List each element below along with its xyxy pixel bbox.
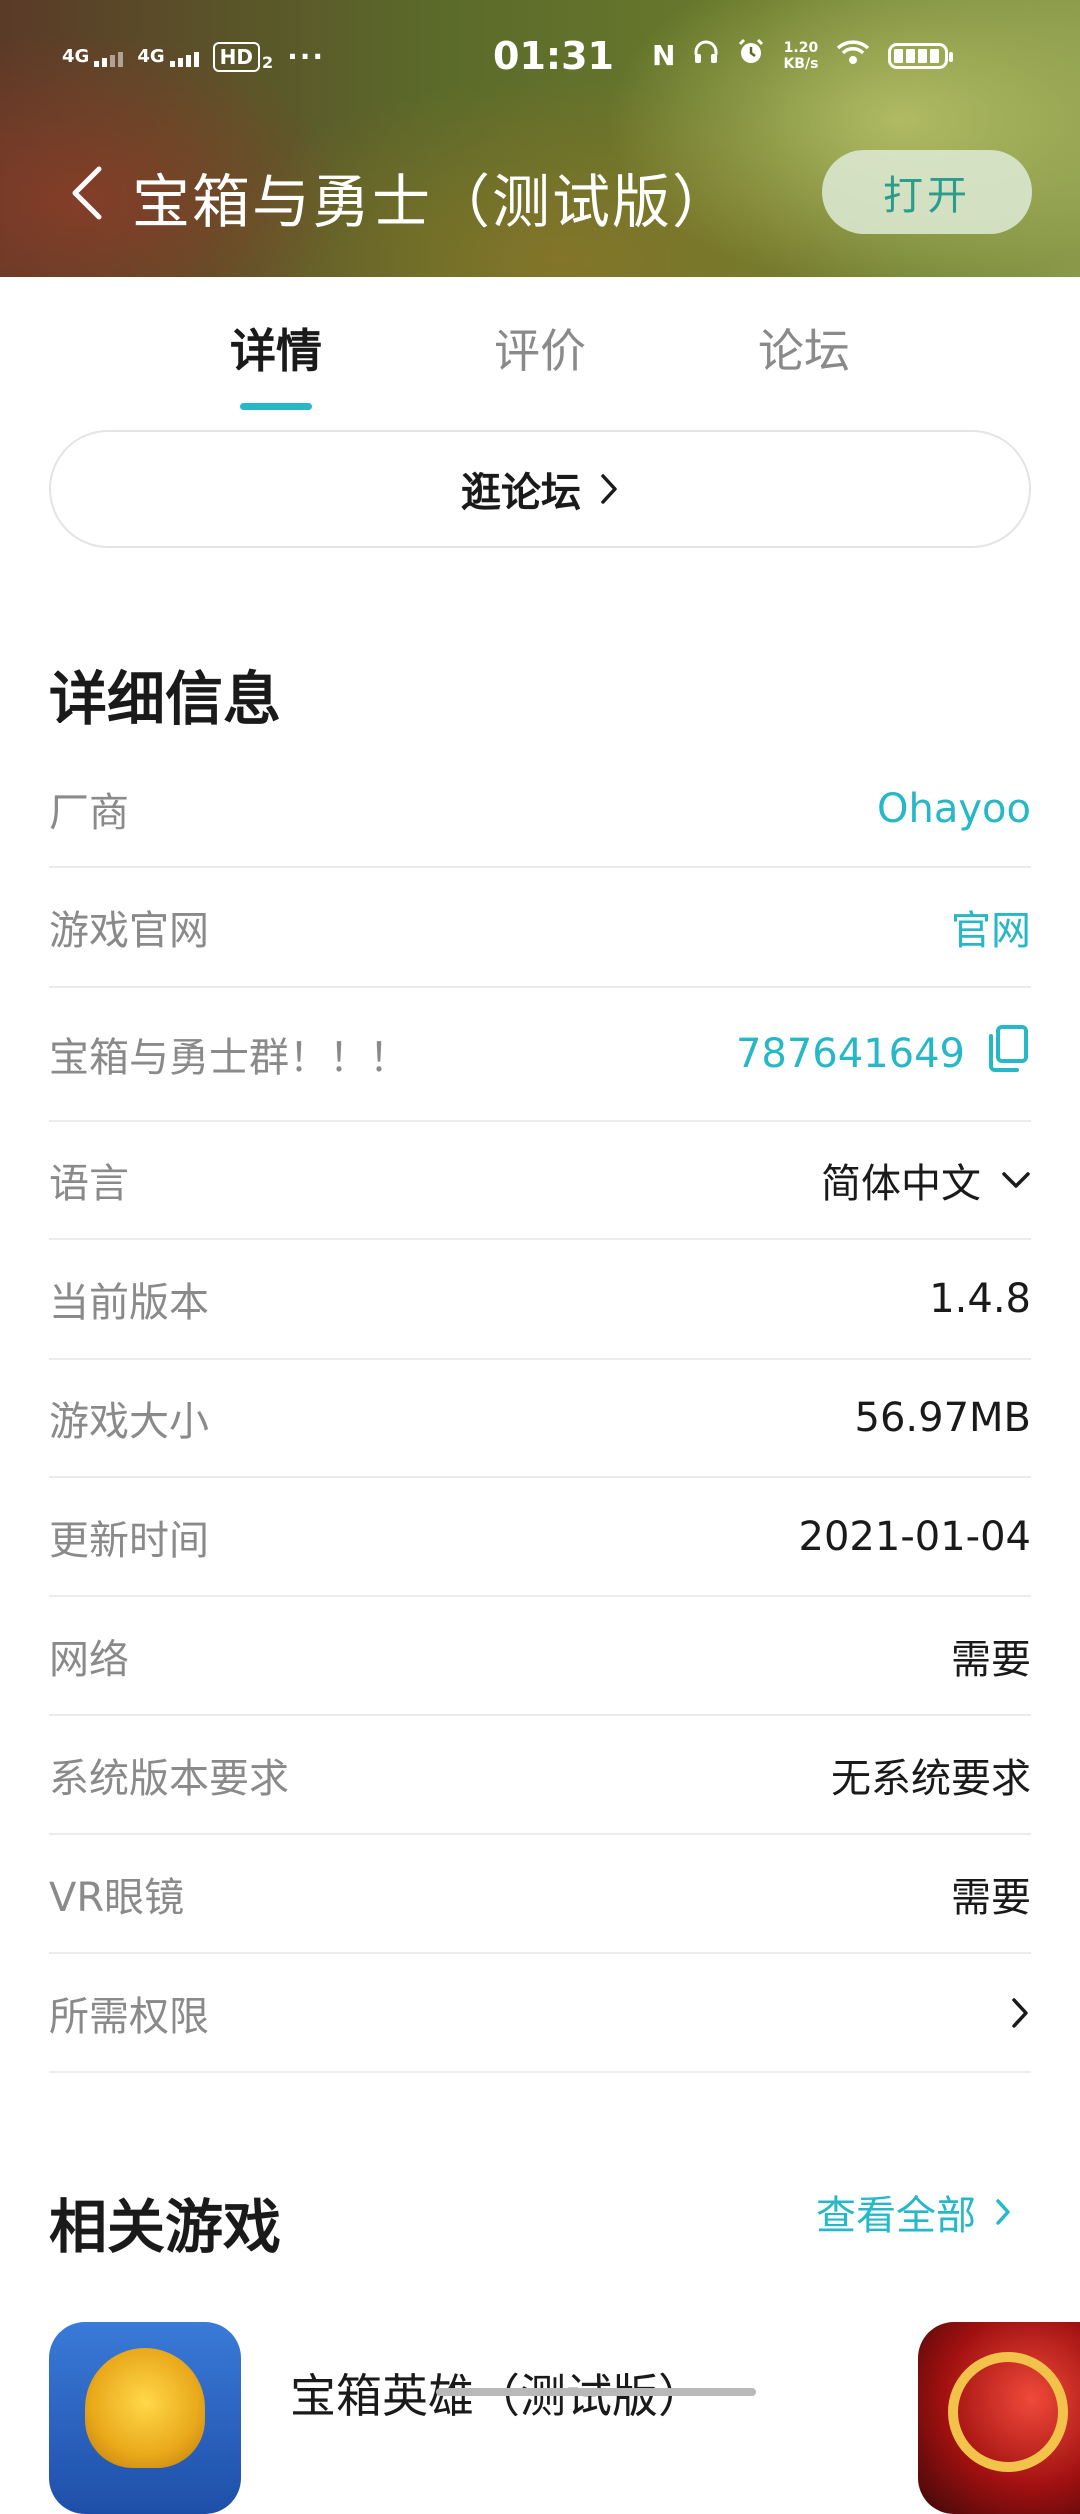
- info-row-permissions[interactable]: 所需权限: [49, 1954, 1031, 2073]
- hd-voice-icon: HD 2: [212, 41, 274, 72]
- info-label: 更新时间: [49, 1517, 209, 1564]
- info-row-website: 游戏官网 官网: [49, 868, 1031, 988]
- net-speed: 1.20 KB/s: [783, 40, 818, 72]
- wifi-icon: [836, 39, 870, 72]
- status-bar: 4G 4G HD 2 ··· 01:31 N 1.20 KB/s: [0, 0, 1080, 120]
- network-type-2: 4G: [137, 46, 165, 67]
- size-value: 56.97MB: [854, 1395, 1031, 1441]
- back-button[interactable]: [62, 160, 112, 226]
- game-emblem-icon: [85, 2348, 205, 2468]
- system-value: 无系统要求: [831, 1755, 1031, 1802]
- info-label: 语言: [49, 1161, 129, 1207]
- browse-forum-button[interactable]: 逛论坛: [49, 430, 1031, 548]
- alarm-icon: [737, 38, 765, 73]
- permissions-arrow: [1009, 1996, 1031, 2030]
- language-select[interactable]: 简体中文: [821, 1151, 1031, 1209]
- hd-sub: 2: [261, 52, 274, 72]
- info-label: 所需权限: [49, 1993, 209, 2040]
- official-site-link[interactable]: 官网: [951, 898, 1031, 956]
- info-label: VR眼镜: [49, 1874, 185, 1921]
- net-speed-value: 1.20: [783, 39, 819, 56]
- status-left: 4G 4G HD 2 ···: [62, 40, 325, 73]
- info-row-size: 游戏大小 56.97MB: [49, 1360, 1031, 1478]
- details-title: 详细信息: [49, 665, 282, 733]
- info-row-version: 当前版本 1.4.8: [49, 1240, 1031, 1360]
- app-header: 4G 4G HD 2 ··· 01:31 N 1.20 KB/s 宝箱与勇士（测…: [0, 0, 1080, 277]
- copy-icon[interactable]: [985, 1024, 1031, 1084]
- info-row-system: 系统版本要求 无系统要求: [49, 1716, 1031, 1835]
- chevron-right-icon: [1012, 1997, 1028, 2028]
- view-all-label: 查看全部: [816, 2193, 976, 2239]
- status-time: 01:31: [493, 34, 614, 78]
- nfc-icon: N: [652, 39, 676, 72]
- info-row-language: 语言 简体中文: [49, 1122, 1031, 1240]
- network-type-1: 4G: [62, 46, 90, 67]
- more-notifications-icon: ···: [287, 40, 326, 73]
- headphones-icon: [693, 39, 719, 72]
- open-button[interactable]: 打开: [822, 150, 1032, 234]
- tab-forum[interactable]: 论坛: [714, 315, 894, 381]
- vr-value: 需要: [951, 1874, 1031, 1921]
- info-label: 游戏官网: [49, 908, 209, 954]
- chevron-right-icon: [996, 2199, 1010, 2225]
- vendor-link[interactable]: Ohayoo: [877, 786, 1031, 832]
- signal-1-icon: 4G: [62, 46, 124, 67]
- status-right: N 1.20 KB/s: [652, 38, 954, 73]
- battery-icon: [888, 42, 954, 69]
- info-label: 厂商: [49, 790, 129, 836]
- info-row-group: 宝箱与勇士群！！！ 787641649: [49, 988, 1031, 1122]
- network-value: 需要: [951, 1636, 1031, 1683]
- tab-reviews[interactable]: 评价: [450, 315, 630, 381]
- chevron-down-icon: [1002, 1172, 1030, 1188]
- tab-bar: 详情 评价 论坛: [0, 277, 1080, 417]
- hd-label: HD: [212, 41, 260, 72]
- info-label: 游戏大小: [49, 1399, 209, 1445]
- related-game-icon-partial[interactable]: [918, 2322, 1080, 2514]
- chevron-right-icon: [601, 474, 617, 504]
- tab-indicator: [240, 403, 312, 410]
- info-label: 当前版本: [49, 1280, 209, 1326]
- tab-details[interactable]: 详情: [186, 315, 366, 381]
- info-label: 宝箱与勇士群！！！: [49, 1035, 409, 1081]
- page-title: 宝箱与勇士（测试版）: [132, 168, 733, 236]
- net-speed-unit: KB/s: [783, 55, 819, 72]
- info-label: 网络: [49, 1636, 129, 1683]
- updated-value: 2021-01-04: [798, 1513, 1031, 1560]
- group-number: 787641649: [736, 1024, 1031, 1084]
- home-indicator[interactable]: [436, 2388, 756, 2396]
- info-row-network: 网络 需要: [49, 1597, 1031, 1716]
- group-number-text: 787641649: [735, 1031, 965, 1077]
- language-value: 简体中文: [821, 1161, 981, 1207]
- browse-forum-label: 逛论坛: [461, 470, 581, 516]
- info-label: 系统版本要求: [49, 1755, 289, 1802]
- related-game-icon[interactable]: [49, 2322, 241, 2514]
- version-value: 1.4.8: [929, 1276, 1031, 1322]
- related-title: 相关游戏: [49, 2193, 282, 2261]
- signal-2-icon: 4G: [137, 46, 199, 67]
- info-row-vendor: 厂商 Ohayoo: [49, 752, 1031, 868]
- view-all-link[interactable]: 查看全部: [816, 2183, 1012, 2241]
- info-row-updated: 更新时间 2021-01-04: [49, 1478, 1031, 1597]
- info-row-vr: VR眼镜 需要: [49, 1835, 1031, 1954]
- chevron-left-icon: [72, 166, 102, 220]
